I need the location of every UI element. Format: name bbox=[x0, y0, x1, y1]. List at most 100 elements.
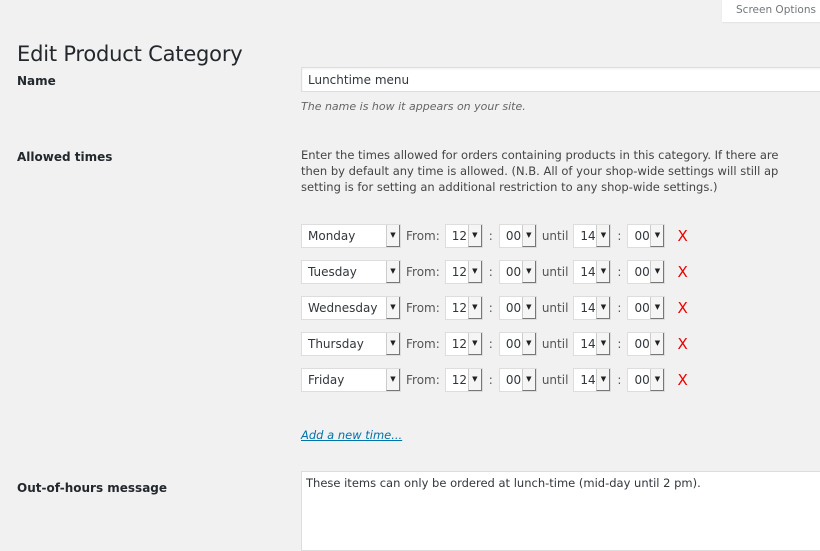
from-hour-select-value: 12 bbox=[451, 228, 468, 243]
from-hour-select-value: 12 bbox=[451, 372, 468, 387]
dropdown-arrow-icon[interactable]: ▼ bbox=[521, 260, 536, 283]
from-hour-select[interactable]: 12 ▼ bbox=[444, 367, 483, 392]
until-hour-select[interactable]: 14 ▼ bbox=[573, 259, 612, 284]
dropdown-arrow-icon[interactable]: ▼ bbox=[596, 260, 611, 283]
day-select[interactable]: Wednesday ▼ bbox=[301, 295, 401, 320]
from-minute-select-value: 00 bbox=[505, 264, 522, 279]
from-minute-select[interactable]: 00 ▼ bbox=[498, 367, 537, 392]
until-minute-select-value: 00 bbox=[634, 336, 650, 351]
delete-time-icon[interactable]: X bbox=[677, 335, 687, 353]
colon-separator: : bbox=[617, 372, 622, 387]
until-label: until bbox=[541, 264, 569, 279]
dropdown-arrow-icon[interactable]: ▼ bbox=[650, 368, 665, 391]
until-label: until bbox=[541, 372, 569, 387]
dropdown-arrow-icon[interactable]: ▼ bbox=[521, 368, 536, 391]
dropdown-arrow-icon[interactable]: ▼ bbox=[596, 296, 611, 319]
name-input[interactable] bbox=[301, 67, 820, 92]
until-hour-select[interactable]: 14 ▼ bbox=[573, 331, 612, 356]
until-hour-select-value: 14 bbox=[580, 264, 596, 279]
description-line: setting is for setting an additional res… bbox=[301, 180, 718, 194]
from-hour-select-value: 12 bbox=[451, 300, 468, 315]
until-hour-select-value: 14 bbox=[580, 228, 596, 243]
from-minute-select[interactable]: 00 ▼ bbox=[498, 331, 537, 356]
from-hour-select[interactable]: 12 ▼ bbox=[444, 223, 483, 248]
from-minute-select[interactable]: 00 ▼ bbox=[498, 259, 537, 284]
delete-time-icon[interactable]: X bbox=[677, 227, 687, 245]
from-hour-select[interactable]: 12 ▼ bbox=[444, 331, 483, 356]
delete-time-icon[interactable]: X bbox=[677, 299, 687, 317]
until-label: until bbox=[541, 228, 569, 243]
dropdown-arrow-icon[interactable]: ▼ bbox=[386, 332, 400, 355]
colon-separator: : bbox=[488, 372, 493, 387]
until-minute-select[interactable]: 00 ▼ bbox=[627, 223, 666, 248]
allowed-times-label: Allowed times bbox=[17, 150, 113, 164]
from-hour-select-value: 12 bbox=[451, 264, 468, 279]
day-select[interactable]: Thursday ▼ bbox=[301, 331, 401, 356]
dropdown-arrow-icon[interactable]: ▼ bbox=[467, 224, 482, 247]
screen-options-button[interactable]: Screen Options bbox=[722, 0, 820, 22]
day-select-value: Thursday bbox=[308, 336, 364, 351]
until-minute-select-value: 00 bbox=[634, 264, 650, 279]
until-minute-select[interactable]: 00 ▼ bbox=[627, 259, 666, 284]
day-select-value: Monday bbox=[308, 228, 356, 243]
until-label: until bbox=[541, 300, 569, 315]
until-hour-select-value: 14 bbox=[580, 336, 596, 351]
dropdown-arrow-icon[interactable]: ▼ bbox=[596, 332, 611, 355]
from-label: From: bbox=[406, 228, 440, 243]
until-minute-select[interactable]: 00 ▼ bbox=[627, 331, 666, 356]
from-minute-select[interactable]: 00 ▼ bbox=[498, 223, 537, 248]
until-hour-select-value: 14 bbox=[580, 300, 596, 315]
delete-time-icon[interactable]: X bbox=[677, 263, 687, 281]
dropdown-arrow-icon[interactable]: ▼ bbox=[650, 332, 665, 355]
until-hour-select[interactable]: 14 ▼ bbox=[573, 367, 612, 392]
dropdown-arrow-icon[interactable]: ▼ bbox=[467, 332, 482, 355]
until-hour-select[interactable]: 14 ▼ bbox=[573, 295, 612, 320]
from-label: From: bbox=[406, 300, 440, 315]
dropdown-arrow-icon[interactable]: ▼ bbox=[467, 368, 482, 391]
dropdown-arrow-icon[interactable]: ▼ bbox=[521, 224, 536, 247]
dropdown-arrow-icon[interactable]: ▼ bbox=[596, 224, 611, 247]
day-select[interactable]: Monday ▼ bbox=[301, 223, 401, 248]
dropdown-arrow-icon[interactable]: ▼ bbox=[386, 224, 400, 247]
until-minute-select-value: 00 bbox=[634, 300, 650, 315]
from-minute-select-value: 00 bbox=[505, 372, 522, 387]
from-minute-select-value: 00 bbox=[505, 336, 522, 351]
from-minute-select-value: 00 bbox=[505, 300, 522, 315]
from-minute-select[interactable]: 00 ▼ bbox=[498, 295, 537, 320]
from-minute-select-value: 00 bbox=[505, 228, 522, 243]
until-minute-select-value: 00 bbox=[634, 372, 650, 387]
dropdown-arrow-icon[interactable]: ▼ bbox=[467, 296, 482, 319]
day-select[interactable]: Tuesday ▼ bbox=[301, 259, 401, 284]
name-hint: The name is how it appears on your site. bbox=[301, 100, 526, 113]
until-minute-select[interactable]: 00 ▼ bbox=[627, 295, 666, 320]
dropdown-arrow-icon[interactable]: ▼ bbox=[386, 368, 400, 391]
colon-separator: : bbox=[617, 300, 622, 315]
from-label: From: bbox=[406, 336, 440, 351]
dropdown-arrow-icon[interactable]: ▼ bbox=[521, 296, 536, 319]
time-row: Friday ▼ From: 12 ▼:00 ▼ until 14 ▼:00 ▼ X bbox=[301, 367, 688, 392]
dropdown-arrow-icon[interactable]: ▼ bbox=[467, 260, 482, 283]
add-new-time-link[interactable]: Add a new time... bbox=[301, 428, 402, 442]
from-hour-select[interactable]: 12 ▼ bbox=[444, 259, 483, 284]
out-of-hours-message-input[interactable]: These items can only be ordered at lunch… bbox=[301, 471, 820, 551]
page-title: Edit Product Category bbox=[17, 42, 243, 66]
from-hour-select[interactable]: 12 ▼ bbox=[444, 295, 483, 320]
dropdown-arrow-icon[interactable]: ▼ bbox=[650, 296, 665, 319]
dropdown-arrow-icon[interactable]: ▼ bbox=[386, 260, 400, 283]
until-hour-select[interactable]: 14 ▼ bbox=[573, 223, 612, 248]
dropdown-arrow-icon[interactable]: ▼ bbox=[386, 296, 400, 319]
delete-time-icon[interactable]: X bbox=[677, 371, 687, 389]
from-hour-select-value: 12 bbox=[451, 336, 468, 351]
colon-separator: : bbox=[488, 336, 493, 351]
colon-separator: : bbox=[617, 336, 622, 351]
dropdown-arrow-icon[interactable]: ▼ bbox=[596, 368, 611, 391]
colon-separator: : bbox=[617, 228, 622, 243]
day-select[interactable]: Friday ▼ bbox=[301, 367, 401, 392]
time-row: Monday ▼ From: 12 ▼:00 ▼ until 14 ▼:00 ▼ X bbox=[301, 223, 688, 248]
day-select-value: Tuesday bbox=[308, 264, 357, 279]
dropdown-arrow-icon[interactable]: ▼ bbox=[521, 332, 536, 355]
colon-separator: : bbox=[488, 228, 493, 243]
until-minute-select[interactable]: 00 ▼ bbox=[627, 367, 666, 392]
dropdown-arrow-icon[interactable]: ▼ bbox=[650, 260, 665, 283]
dropdown-arrow-icon[interactable]: ▼ bbox=[650, 224, 665, 247]
